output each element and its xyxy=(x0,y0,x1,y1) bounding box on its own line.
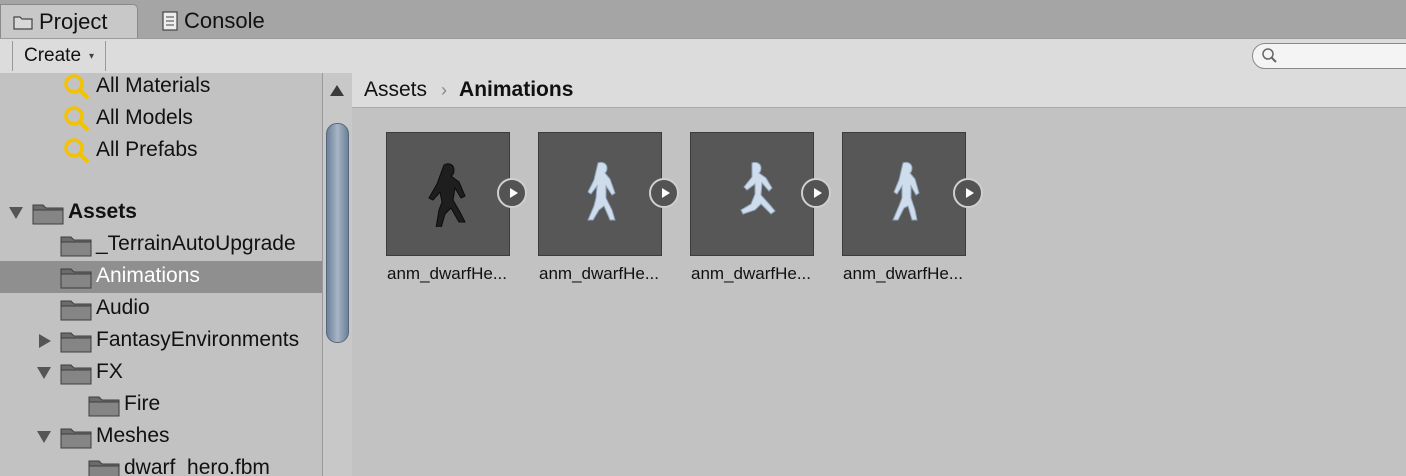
asset-thumbnail[interactable] xyxy=(386,132,510,256)
tree-item-label: FX xyxy=(96,360,123,383)
tree-item-label: Audio xyxy=(96,296,150,319)
folder-icon xyxy=(88,457,120,476)
search-filter-icon xyxy=(62,73,92,107)
tab-bar: Project Console xyxy=(0,0,1406,39)
character-light-icon xyxy=(740,161,776,215)
asset-thumbnail[interactable] xyxy=(538,132,662,256)
tree-scrollbar[interactable] xyxy=(322,73,353,476)
search-filter-icon xyxy=(62,105,92,139)
tree-item-label: Assets xyxy=(68,200,137,223)
chevron-right-icon: › xyxy=(441,79,448,100)
asset-thumbnail[interactable] xyxy=(842,132,966,256)
tree-item-label: dwarf_hero.fbm xyxy=(124,456,270,476)
character-light-icon xyxy=(587,161,616,221)
tree-item-label: FantasyEnvironments xyxy=(96,328,300,351)
tree-item-label: All Materials xyxy=(96,74,211,97)
character-dark-icon xyxy=(428,163,466,227)
tree-item-label: Fire xyxy=(124,392,161,415)
tree-item-assets[interactable]: Assets xyxy=(0,197,322,229)
tab-console[interactable]: Console xyxy=(150,4,280,38)
breadcrumb-assets[interactable]: Assets xyxy=(364,78,427,102)
character-light-icon xyxy=(892,161,920,221)
play-icon[interactable] xyxy=(801,178,831,208)
toolbar: Create ▾ xyxy=(0,38,1406,74)
tree-item-fire[interactable]: Fire xyxy=(0,389,322,421)
folder-icon xyxy=(60,297,92,327)
breadcrumb: Assets › Animations xyxy=(352,73,1406,108)
play-icon[interactable] xyxy=(649,178,679,208)
tab-project[interactable]: Project xyxy=(0,4,138,39)
tree-item-terrain-auto-upgrade[interactable]: _TerrainAutoUpgrade xyxy=(0,229,322,261)
scroll-up-arrow-icon[interactable] xyxy=(330,85,344,96)
tree-item-dwarf-hero-fbm[interactable]: dwarf_hero.fbm xyxy=(0,453,322,476)
folder-icon xyxy=(88,393,120,423)
asset-label: anm_dwarfHe... xyxy=(387,264,507,283)
tree-item-animations[interactable]: Animations xyxy=(0,261,322,293)
tree-item-audio[interactable]: Audio xyxy=(0,293,322,325)
tree-item-label: Animations xyxy=(96,264,200,287)
tree-item-all-prefabs[interactable]: All Prefabs xyxy=(0,135,322,167)
asset-label: anm_dwarfHe... xyxy=(539,264,659,283)
dropdown-arrow-icon: ▾ xyxy=(89,50,95,62)
project-tree: All Materials All Models All Prefabs Ass… xyxy=(0,73,322,476)
tree-item-label: Meshes xyxy=(96,424,170,447)
tree-item-all-models[interactable]: All Models xyxy=(0,103,322,135)
tree-item-all-materials[interactable]: All Materials xyxy=(0,73,322,103)
play-icon[interactable] xyxy=(953,178,983,208)
folder-icon xyxy=(32,201,64,231)
tree-item-fx[interactable]: FX xyxy=(0,357,322,389)
tree-item-label: All Prefabs xyxy=(96,138,198,161)
create-button[interactable]: Create ▾ xyxy=(12,41,106,71)
tree-item-meshes[interactable]: Meshes xyxy=(0,421,322,453)
expand-arrow-down-icon[interactable] xyxy=(37,366,51,380)
expand-arrow-down-icon[interactable] xyxy=(9,206,23,220)
asset-thumbnail[interactable] xyxy=(690,132,814,256)
expand-arrow-right-icon[interactable] xyxy=(38,334,52,348)
asset-label: anm_dwarfHe... xyxy=(691,264,811,283)
folder-icon xyxy=(13,14,33,30)
folder-icon xyxy=(60,361,92,391)
play-icon[interactable] xyxy=(497,178,527,208)
tree-item-fantasy-environments[interactable]: FantasyEnvironments xyxy=(0,325,322,357)
tree-item-label: All Models xyxy=(96,106,193,129)
tree-item-label: _TerrainAutoUpgrade xyxy=(96,232,296,255)
search-input[interactable] xyxy=(1252,43,1406,69)
breadcrumb-animations[interactable]: Animations xyxy=(459,78,573,102)
folder-icon xyxy=(60,425,92,455)
console-icon xyxy=(162,11,178,31)
folder-icon xyxy=(60,265,92,295)
folder-icon xyxy=(60,329,92,359)
create-label: Create xyxy=(24,45,82,66)
folder-icon xyxy=(60,233,92,263)
expand-arrow-down-icon[interactable] xyxy=(37,430,51,444)
scroll-thumb[interactable] xyxy=(326,123,349,343)
search-filter-icon xyxy=(62,137,92,171)
asset-label: anm_dwarfHe... xyxy=(843,264,963,283)
tab-project-label: Project xyxy=(39,9,108,34)
search-icon xyxy=(1261,47,1279,70)
tab-console-label: Console xyxy=(184,8,265,33)
asset-grid: anm_dwarfHe... anm_dwarfHe... anm_dwarfH… xyxy=(352,108,1406,476)
